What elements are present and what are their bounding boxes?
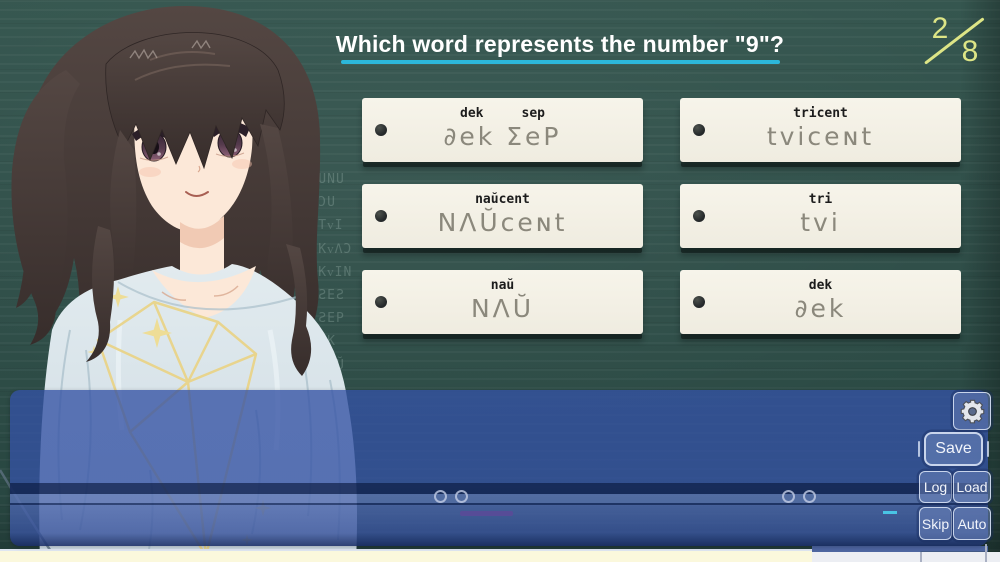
purple-accent-bar — [460, 511, 513, 516]
answer-script: ∂ek ƩeP — [362, 122, 643, 151]
answer-script: ∂ek — [680, 294, 961, 323]
textbox-bottom-edge — [10, 533, 988, 546]
answer-label: dek — [460, 106, 483, 121]
save-button[interactable]: Save — [924, 432, 983, 466]
blush-right — [232, 159, 252, 169]
settings-button[interactable] — [953, 392, 991, 430]
answer-labels: dek sep — [362, 106, 643, 121]
binder-ring — [803, 490, 816, 503]
blush-left — [139, 167, 161, 177]
answer-option-2[interactable]: tricent tᴠiceɴt — [680, 98, 961, 162]
binder-ring — [782, 490, 795, 503]
question-underline — [341, 60, 780, 64]
skip-button[interactable]: Skip — [919, 507, 952, 540]
desk-seam — [920, 552, 922, 562]
answer-label: tricent — [793, 106, 848, 121]
answer-labels: dek — [680, 278, 961, 293]
answer-option-5[interactable]: naŭ NΛŬ — [362, 270, 643, 334]
answer-script: tᴠi — [680, 208, 961, 237]
answer-script: tᴠiceɴt — [680, 122, 961, 151]
cyan-accent-line — [883, 511, 897, 514]
answer-labels: naŭ — [362, 278, 643, 293]
answer-option-3[interactable]: naŭcent NΛŬceɴt — [362, 184, 643, 248]
desk-paper — [0, 549, 812, 562]
desk-seam — [985, 544, 987, 562]
load-button[interactable]: Load — [953, 471, 991, 503]
answer-label: tri — [809, 192, 832, 207]
score-counter: 2 8 — [918, 4, 998, 72]
answer-script: NΛŬceɴt — [362, 208, 643, 237]
score-total: 8 — [956, 35, 984, 69]
binder-ring — [455, 490, 468, 503]
answer-option-6[interactable]: dek ∂ek — [680, 270, 961, 334]
gear-icon — [959, 398, 986, 425]
answer-label: naŭcent — [475, 192, 530, 207]
auto-button[interactable]: Auto — [953, 507, 991, 540]
answer-script: NΛŬ — [362, 294, 643, 323]
answer-option-1[interactable]: dek sep ∂ek ƩeP — [362, 98, 643, 162]
answer-label: dek — [809, 278, 832, 293]
answer-labels: tri — [680, 192, 961, 207]
answer-labels: naŭcent — [362, 192, 643, 207]
answer-option-4[interactable]: tri tᴠi — [680, 184, 961, 248]
question-text: Which word represents the number "9"? — [160, 31, 960, 58]
eye-highlight — [157, 152, 161, 156]
answer-labels: tricent — [680, 106, 961, 121]
answer-label: sep — [522, 106, 545, 121]
dialogue-box[interactable] — [10, 390, 988, 546]
desk-paper-right — [812, 552, 1000, 562]
game-screen: 1 = UNU 2 = ƆU 3 = TᴠI 4 = KᴠΛƆ 5 = KᴠIN… — [0, 0, 1000, 562]
textbox-lower-band — [10, 505, 988, 533]
log-button[interactable]: Log — [919, 471, 952, 503]
textbox-band — [10, 494, 988, 503]
binder-ring — [434, 490, 447, 503]
answer-label: naŭ — [491, 278, 514, 293]
textbox-navy-bar — [10, 483, 988, 494]
